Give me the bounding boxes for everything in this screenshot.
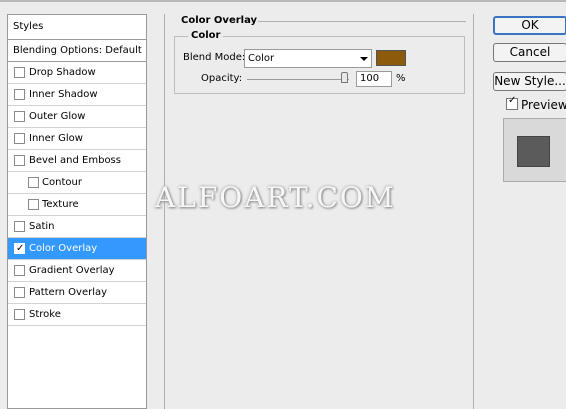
ok-button[interactable]: OK	[493, 16, 566, 35]
checkmark-icon: ✓	[508, 95, 517, 106]
opacity-slider-handle[interactable]	[341, 72, 348, 83]
style-item-outer-glow[interactable]: Outer Glow	[8, 106, 146, 128]
chevron-down-icon	[360, 57, 368, 61]
drop-shadow-checkbox[interactable]	[14, 67, 25, 78]
inner-shadow-checkbox[interactable]	[14, 89, 25, 100]
blend-mode-select[interactable]: Color	[244, 49, 372, 68]
style-item-satin[interactable]: Satin	[8, 216, 146, 238]
style-item-pattern-overlay[interactable]: Pattern Overlay	[8, 282, 146, 304]
opacity-label: Opacity:	[201, 73, 243, 84]
blend-mode-label: Blend Mode:	[183, 52, 246, 63]
gradient-overlay-label: Gradient Overlay	[29, 265, 115, 276]
texture-label: Texture	[42, 199, 79, 210]
new-style-button[interactable]: New Style...	[493, 72, 566, 91]
outer-glow-checkbox[interactable]	[14, 111, 25, 122]
styles-list: Styles Blending Options: Default Drop Sh…	[7, 14, 147, 409]
gradient-overlay-checkbox[interactable]	[14, 265, 25, 276]
watermark-text: ALFOART.COM	[155, 181, 396, 214]
style-item-inner-glow[interactable]: Inner Glow	[8, 128, 146, 150]
cancel-button[interactable]: Cancel	[493, 43, 566, 62]
contour-label: Contour	[42, 177, 82, 188]
drop-shadow-label: Drop Shadow	[29, 67, 96, 78]
style-item-gradient-overlay[interactable]: Gradient Overlay	[8, 260, 146, 282]
blending-options-item[interactable]: Blending Options: Default	[8, 40, 146, 62]
stroke-label: Stroke	[29, 309, 61, 320]
opacity-unit: %	[396, 73, 406, 84]
satin-checkbox[interactable]	[14, 221, 25, 232]
top-divider	[0, 0, 566, 2]
outer-glow-label: Outer Glow	[29, 111, 86, 122]
style-item-color-overlay[interactable]: ✓ Color Overlay	[8, 238, 146, 260]
pattern-overlay-label: Pattern Overlay	[29, 287, 108, 298]
style-item-bevel-emboss[interactable]: Bevel and Emboss	[8, 150, 146, 172]
opacity-slider-track[interactable]	[247, 79, 349, 80]
section-title: Color Overlay	[181, 15, 258, 26]
style-item-inner-shadow[interactable]: Inner Shadow	[8, 84, 146, 106]
color-group-title: Color	[188, 30, 224, 41]
bevel-emboss-label: Bevel and Emboss	[29, 155, 121, 166]
style-item-contour[interactable]: Contour	[8, 172, 146, 194]
inner-glow-label: Inner Glow	[29, 133, 83, 144]
stroke-checkbox[interactable]	[14, 309, 25, 320]
preview-checkbox[interactable]: ✓	[506, 95, 518, 110]
color-overlay-label: Color Overlay	[29, 243, 98, 254]
preview-label: Preview	[521, 98, 566, 112]
style-item-stroke[interactable]: Stroke	[8, 304, 146, 326]
preview-swatch	[517, 136, 550, 167]
style-item-texture[interactable]: Texture	[8, 194, 146, 216]
opacity-input[interactable]: 100	[356, 71, 392, 87]
inner-glow-checkbox[interactable]	[14, 133, 25, 144]
contour-checkbox[interactable]	[28, 177, 39, 188]
styles-header[interactable]: Styles	[8, 15, 146, 40]
section-divider	[258, 21, 466, 22]
blend-mode-value: Color	[248, 53, 275, 64]
texture-checkbox[interactable]	[28, 199, 39, 210]
pattern-overlay-checkbox[interactable]	[14, 287, 25, 298]
checkmark-icon: ✓	[16, 243, 25, 254]
color-overlay-checkbox[interactable]: ✓	[14, 243, 25, 254]
style-item-drop-shadow[interactable]: Drop Shadow	[8, 62, 146, 84]
satin-label: Satin	[29, 221, 55, 232]
bevel-emboss-checkbox[interactable]	[14, 155, 25, 166]
overlay-color-swatch[interactable]	[376, 50, 406, 66]
inner-shadow-label: Inner Shadow	[29, 89, 98, 100]
